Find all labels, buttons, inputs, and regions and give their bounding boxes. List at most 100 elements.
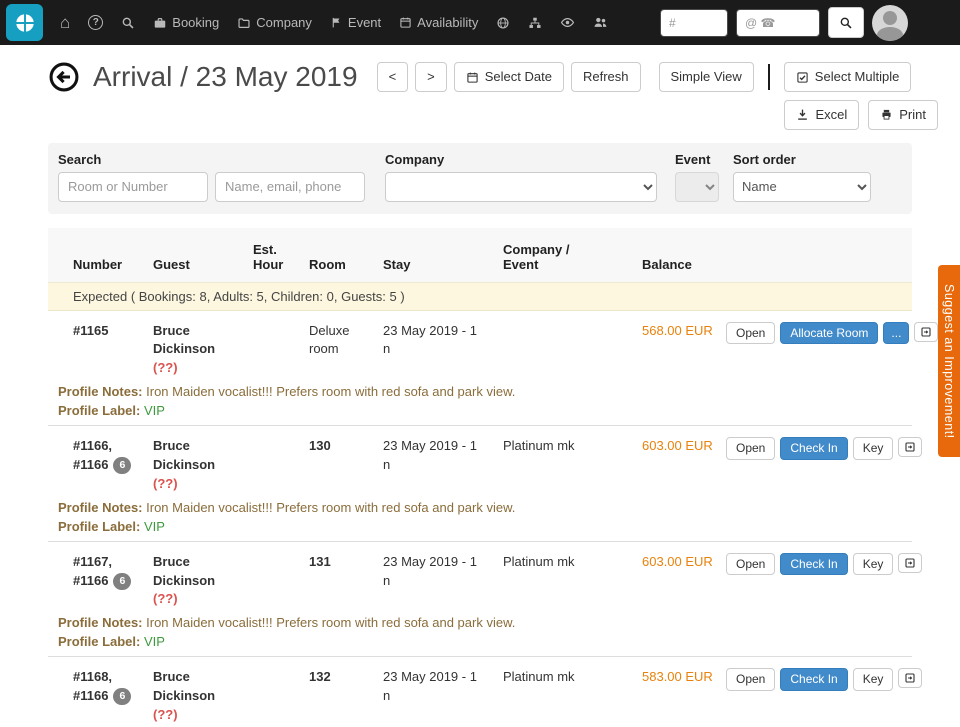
nav-help[interactable]: [79, 0, 112, 45]
excel-button[interactable]: Excel: [784, 100, 859, 130]
suggest-improvement-tab[interactable]: Suggest an Improvement!: [938, 265, 960, 457]
key-button[interactable]: Key: [853, 668, 894, 690]
guest-cell: Bruce Dickinson (??): [153, 668, 253, 725]
select-multiple-label: Select Multiple: [815, 69, 900, 85]
event-select: [675, 172, 719, 202]
open-booking-button[interactable]: Open: [726, 437, 775, 459]
key-button[interactable]: Key: [853, 553, 894, 575]
nav-booking-label: Booking: [172, 15, 219, 30]
guest-cell: Bruce Dickinson (??): [153, 322, 253, 379]
expected-summary-row: Expected ( Bookings: 8, Adults: 5, Child…: [48, 282, 912, 311]
window-icon: [920, 326, 932, 338]
flag-icon: [330, 16, 343, 29]
profile-notes-line: Profile Notes: Iron Maiden vocalist!!! P…: [48, 382, 912, 401]
check-in-button[interactable]: Check In: [780, 668, 847, 690]
nav-sitemap[interactable]: [519, 0, 551, 45]
booking-number: #1168, #11666: [73, 668, 153, 706]
users-icon: [593, 15, 608, 30]
profile-notes-label: Profile Notes:: [58, 615, 143, 630]
refresh-button[interactable]: Refresh: [571, 62, 641, 92]
avatar-head: [883, 11, 897, 25]
calendar-icon: [466, 71, 479, 84]
guest-name[interactable]: Bruce Dickinson: [153, 322, 245, 360]
nav-company[interactable]: Company: [228, 0, 321, 45]
open-window-button[interactable]: [898, 553, 922, 573]
search-label: Search: [58, 152, 365, 167]
window-icon: [904, 441, 916, 453]
guest-name[interactable]: Bruce Dickinson: [153, 668, 245, 706]
open-window-button[interactable]: [898, 437, 922, 457]
booking-number: #1165: [73, 322, 153, 341]
stay-cell: 23 May 2019 - 1 n: [373, 437, 491, 475]
guest-contact-search-input[interactable]: [736, 9, 820, 37]
event-label: Event: [675, 152, 719, 167]
open-booking-button[interactable]: Open: [726, 668, 775, 690]
top-navbar: Booking Company Event Availability: [0, 0, 960, 45]
guest-name[interactable]: Bruce Dickinson: [153, 553, 245, 591]
booking-number-search-input[interactable]: [660, 9, 728, 37]
prev-day-button[interactable]: <: [377, 62, 409, 92]
back-button[interactable]: [48, 61, 80, 93]
header-number: Number: [73, 257, 153, 272]
nav-view[interactable]: [551, 0, 584, 45]
nav-booking[interactable]: Booking: [144, 0, 228, 45]
open-booking-button[interactable]: Open: [726, 322, 775, 344]
profile-label-title: Profile Label:: [58, 519, 140, 534]
checkbox-checked-icon: [796, 71, 809, 84]
actions-cell: Open Allocate Room ...: [726, 322, 946, 344]
next-day-button[interactable]: >: [415, 62, 447, 92]
select-multiple-button[interactable]: Select Multiple: [784, 62, 912, 92]
navbar-search-button[interactable]: [828, 7, 864, 38]
select-date-label: Select Date: [485, 69, 552, 85]
sort-order-select[interactable]: Name: [733, 172, 871, 202]
home-icon: [60, 14, 70, 31]
nav-globe[interactable]: [487, 0, 519, 45]
eye-icon: [560, 15, 575, 30]
open-window-button[interactable]: [898, 668, 922, 688]
room-number-input[interactable]: [58, 172, 208, 202]
check-in-button[interactable]: Check In: [780, 437, 847, 459]
room-cell: Deluxe room: [301, 322, 373, 360]
guest-name-input[interactable]: [215, 172, 365, 202]
nav-home[interactable]: [51, 0, 79, 45]
company-cell: Platinum mk: [491, 437, 636, 456]
header-est-hour: Est. Hour: [253, 242, 301, 272]
actions-cell: Open Check In Key: [726, 437, 930, 459]
balance-cell: 603.00 EUR: [636, 437, 726, 456]
guest-flag: (??): [153, 359, 245, 378]
open-window-button[interactable]: [914, 322, 938, 342]
filter-panel: Search Company Event Sort order Name: [48, 143, 912, 214]
printer-icon: [880, 108, 893, 121]
check-in-button[interactable]: Check In: [780, 553, 847, 575]
actions-cell: Open Check In Key: [726, 668, 930, 690]
simple-view-button[interactable]: Simple View: [659, 62, 754, 92]
event-filter-group: Event: [675, 152, 719, 202]
company-label: Company: [385, 152, 657, 167]
user-avatar[interactable]: [872, 5, 908, 41]
nav-search[interactable]: [112, 0, 144, 45]
guest-name[interactable]: Bruce Dickinson: [153, 437, 245, 475]
print-label: Print: [899, 107, 926, 123]
profile-label-title: Profile Label:: [58, 634, 140, 649]
nav-users[interactable]: [584, 0, 617, 45]
profile-label-value: VIP: [144, 634, 165, 649]
window-icon: [904, 672, 916, 684]
balance-cell: 583.00 EUR: [636, 668, 726, 687]
export-row: Excel Print: [0, 93, 960, 130]
brand-logo[interactable]: [6, 4, 43, 41]
key-button[interactable]: Key: [853, 437, 894, 459]
globe-icon: [496, 16, 510, 30]
profile-label-line: Profile Label: VIP: [48, 517, 912, 536]
booking-row: #1168, #11666 Bruce Dickinson (??) 132 2…: [48, 657, 912, 727]
print-button[interactable]: Print: [868, 100, 938, 130]
company-select[interactable]: [385, 172, 657, 202]
nav-event[interactable]: Event: [321, 0, 390, 45]
profile-notes-line: Profile Notes: Iron Maiden vocalist!!! P…: [48, 498, 912, 517]
open-booking-button[interactable]: Open: [726, 553, 775, 575]
nav-availability[interactable]: Availability: [390, 0, 487, 45]
select-date-button[interactable]: Select Date: [454, 62, 564, 92]
group-count-badge: 6: [113, 573, 131, 590]
allocate-room-button[interactable]: Allocate Room: [780, 322, 878, 344]
more-options-button[interactable]: ...: [883, 322, 909, 344]
stay-cell: 23 May 2019 - 1 n: [373, 322, 491, 360]
